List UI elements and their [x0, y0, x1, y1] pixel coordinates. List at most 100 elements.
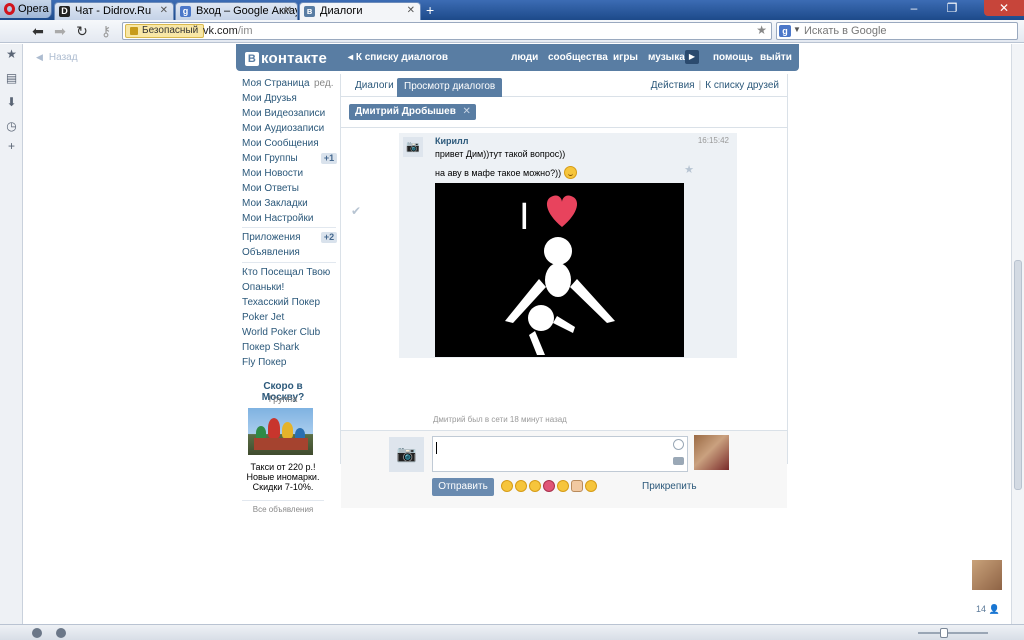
friends-list-link[interactable]: К списку друзей — [705, 80, 779, 91]
apps-badge[interactable]: +2 — [321, 232, 337, 243]
tab-view-dialogs[interactable]: Просмотр диалогов — [397, 78, 503, 97]
security-badge[interactable]: Безопасный — [125, 24, 205, 38]
tab-didrov-chat[interactable]: D Чат - Didrov.Ru ✕ — [54, 2, 174, 20]
menu-my-page[interactable]: Моя Страница — [242, 78, 310, 89]
message-author[interactable]: Кирилл — [435, 136, 469, 146]
speed-dial-icon[interactable] — [56, 628, 66, 638]
attach-photo-icon[interactable] — [673, 457, 684, 465]
bookmarks-star-icon[interactable]: ★ — [5, 48, 18, 61]
url-field[interactable]: Безопасный vk.com/im ★ — [122, 22, 772, 40]
zoom-slider[interactable] — [918, 632, 988, 634]
search-field[interactable]: g ▼ Искать в Google — [776, 22, 1018, 40]
back-arrow-icon[interactable]: ⬅ — [28, 22, 48, 40]
key-icon[interactable]: ⚷ — [96, 22, 116, 40]
forward-arrow-icon[interactable]: ➡ — [50, 22, 70, 40]
menu-edit-link[interactable]: ред. — [314, 78, 334, 89]
new-tab-plus-icon[interactable]: + — [426, 2, 434, 18]
cloud-icon[interactable] — [32, 628, 42, 638]
notes-icon[interactable]: ▤ — [5, 72, 18, 85]
google-search-icon: g — [779, 25, 791, 37]
history-clock-icon[interactable]: ◷ — [5, 120, 18, 133]
scrollbar-thumb[interactable] — [1014, 260, 1022, 490]
menu-divider — [242, 262, 336, 263]
reload-icon[interactable]: ↻ — [72, 22, 92, 40]
quick-smileys — [501, 480, 599, 495]
all-ads-link[interactable]: Все объявления — [242, 500, 324, 514]
downloads-icon[interactable]: ⬇ — [5, 96, 18, 109]
my-avatar[interactable] — [694, 435, 729, 470]
remove-peer-icon[interactable]: ✕ — [462, 104, 470, 120]
play-icon[interactable]: ▶ — [685, 50, 699, 64]
tab-close-icon[interactable]: ✕ — [284, 3, 292, 19]
sender-avatar-camera-icon[interactable]: 📷 — [403, 137, 423, 157]
menu-bookmarks[interactable]: Мои Закладки — [242, 198, 308, 209]
tab-close-icon[interactable]: ✕ — [407, 3, 415, 19]
menu-game-link[interactable]: Poker Jet — [242, 312, 284, 323]
bookmark-star-icon[interactable]: ★ — [756, 23, 767, 37]
ad-image-moscow-cathedral[interactable] — [248, 408, 313, 455]
chevron-down-icon[interactable]: ▼ — [793, 25, 801, 34]
menu-ads[interactable]: Объявления — [242, 247, 300, 258]
smiley-neutral-icon[interactable] — [585, 480, 597, 492]
online-friends-count[interactable]: 14 👤 — [976, 604, 1000, 615]
menu-news[interactable]: Мои Новости — [242, 168, 303, 179]
menu-audio[interactable]: Мои Аудиозаписи — [242, 123, 324, 134]
groups-badge[interactable]: +1 — [321, 153, 337, 164]
menu-game-link[interactable]: World Poker Club — [242, 327, 320, 338]
menu-settings[interactable]: Мои Настройки — [242, 213, 313, 224]
message-image[interactable]: I — [435, 183, 684, 357]
opera-menu-button[interactable]: Opera — [0, 0, 52, 18]
menu-game-link[interactable]: Покер Shark — [242, 342, 299, 353]
nav-logout[interactable]: выйти — [760, 52, 792, 63]
close-window-icon[interactable]: ✕ — [984, 0, 1024, 16]
send-button[interactable]: Отправить — [432, 478, 494, 496]
favorite-star-icon[interactable]: ★ — [684, 163, 694, 176]
tab-close-icon[interactable]: ✕ — [160, 3, 168, 19]
nav-music[interactable]: музыка — [648, 52, 685, 63]
menu-videos[interactable]: Мои Видеозаписи — [242, 108, 325, 119]
vk-header: Вконтакте ◂ К списку диалогов люди сообщ… — [236, 44, 799, 71]
thumbs-up-icon[interactable] — [571, 480, 583, 492]
back-link[interactable]: ◀ Назад — [36, 52, 78, 63]
smiley-laugh-icon[interactable] — [515, 480, 527, 492]
smiley-wink-icon[interactable] — [529, 480, 541, 492]
emoji-picker-icon[interactable] — [673, 439, 684, 450]
figure-head — [544, 237, 572, 265]
actions-link[interactable]: Действия — [651, 80, 695, 91]
ad-text[interactable]: Такси от 220 р.! Новые иномарки. Скидки … — [242, 462, 324, 492]
menu-answers[interactable]: Мои Ответы — [242, 183, 299, 194]
smiley-grin-icon[interactable] — [501, 480, 513, 492]
menu-game-link[interactable]: Fly Покер — [242, 357, 286, 368]
rose-icon[interactable] — [543, 480, 555, 492]
message-time[interactable]: 16:15:42 — [698, 136, 729, 145]
smiley-smile-icon[interactable] — [557, 480, 569, 492]
menu-messages[interactable]: Мои Сообщения — [242, 138, 319, 149]
attach-link[interactable]: Прикрепить — [642, 481, 697, 492]
camera-icon[interactable]: 📷 — [389, 437, 424, 472]
restore-icon[interactable]: ❐ — [938, 0, 966, 16]
menu-game-link[interactable]: Кто Посещал Твою — [242, 267, 330, 278]
nav-games[interactable]: игры — [613, 52, 638, 63]
back-to-dialogs-link[interactable]: ◂ К списку диалогов — [348, 52, 448, 63]
message-check-icon[interactable]: ✔ — [351, 204, 361, 218]
tab-dialogs-link[interactable]: Диалоги — [355, 80, 394, 91]
nav-people[interactable]: люди — [511, 52, 538, 63]
nav-communities[interactable]: сообщества — [548, 52, 608, 63]
menu-game-link[interactable]: Опаньки! — [242, 282, 284, 293]
page-scrollbar[interactable] — [1011, 44, 1024, 624]
nav-help[interactable]: помощь — [713, 52, 753, 63]
menu-groups[interactable]: Мои Группы — [242, 153, 298, 164]
chat-friend-avatar[interactable] — [972, 560, 1002, 590]
tab-dialogs[interactable]: в Диалоги ✕ — [299, 2, 421, 20]
add-panel-icon[interactable]: + — [5, 140, 18, 153]
vk-logo[interactable]: Вконтакте — [245, 50, 327, 67]
peer-chip[interactable]: Дмитрий Дробышев ✕ — [349, 104, 476, 120]
menu-friends[interactable]: Мои Друзья — [242, 93, 297, 104]
dialog-panel: Диалоги Просмотр диалогов Действия | К спи… — [340, 74, 788, 508]
message-input[interactable] — [432, 436, 688, 472]
zoom-slider-knob[interactable] — [940, 628, 948, 638]
menu-game-link[interactable]: Техасский Покер — [242, 297, 320, 308]
menu-apps[interactable]: Приложения — [242, 232, 301, 243]
minimize-icon[interactable]: – — [900, 0, 928, 16]
tab-google-accounts[interactable]: g Вход – Google Аккаунты ✕ — [175, 2, 298, 20]
